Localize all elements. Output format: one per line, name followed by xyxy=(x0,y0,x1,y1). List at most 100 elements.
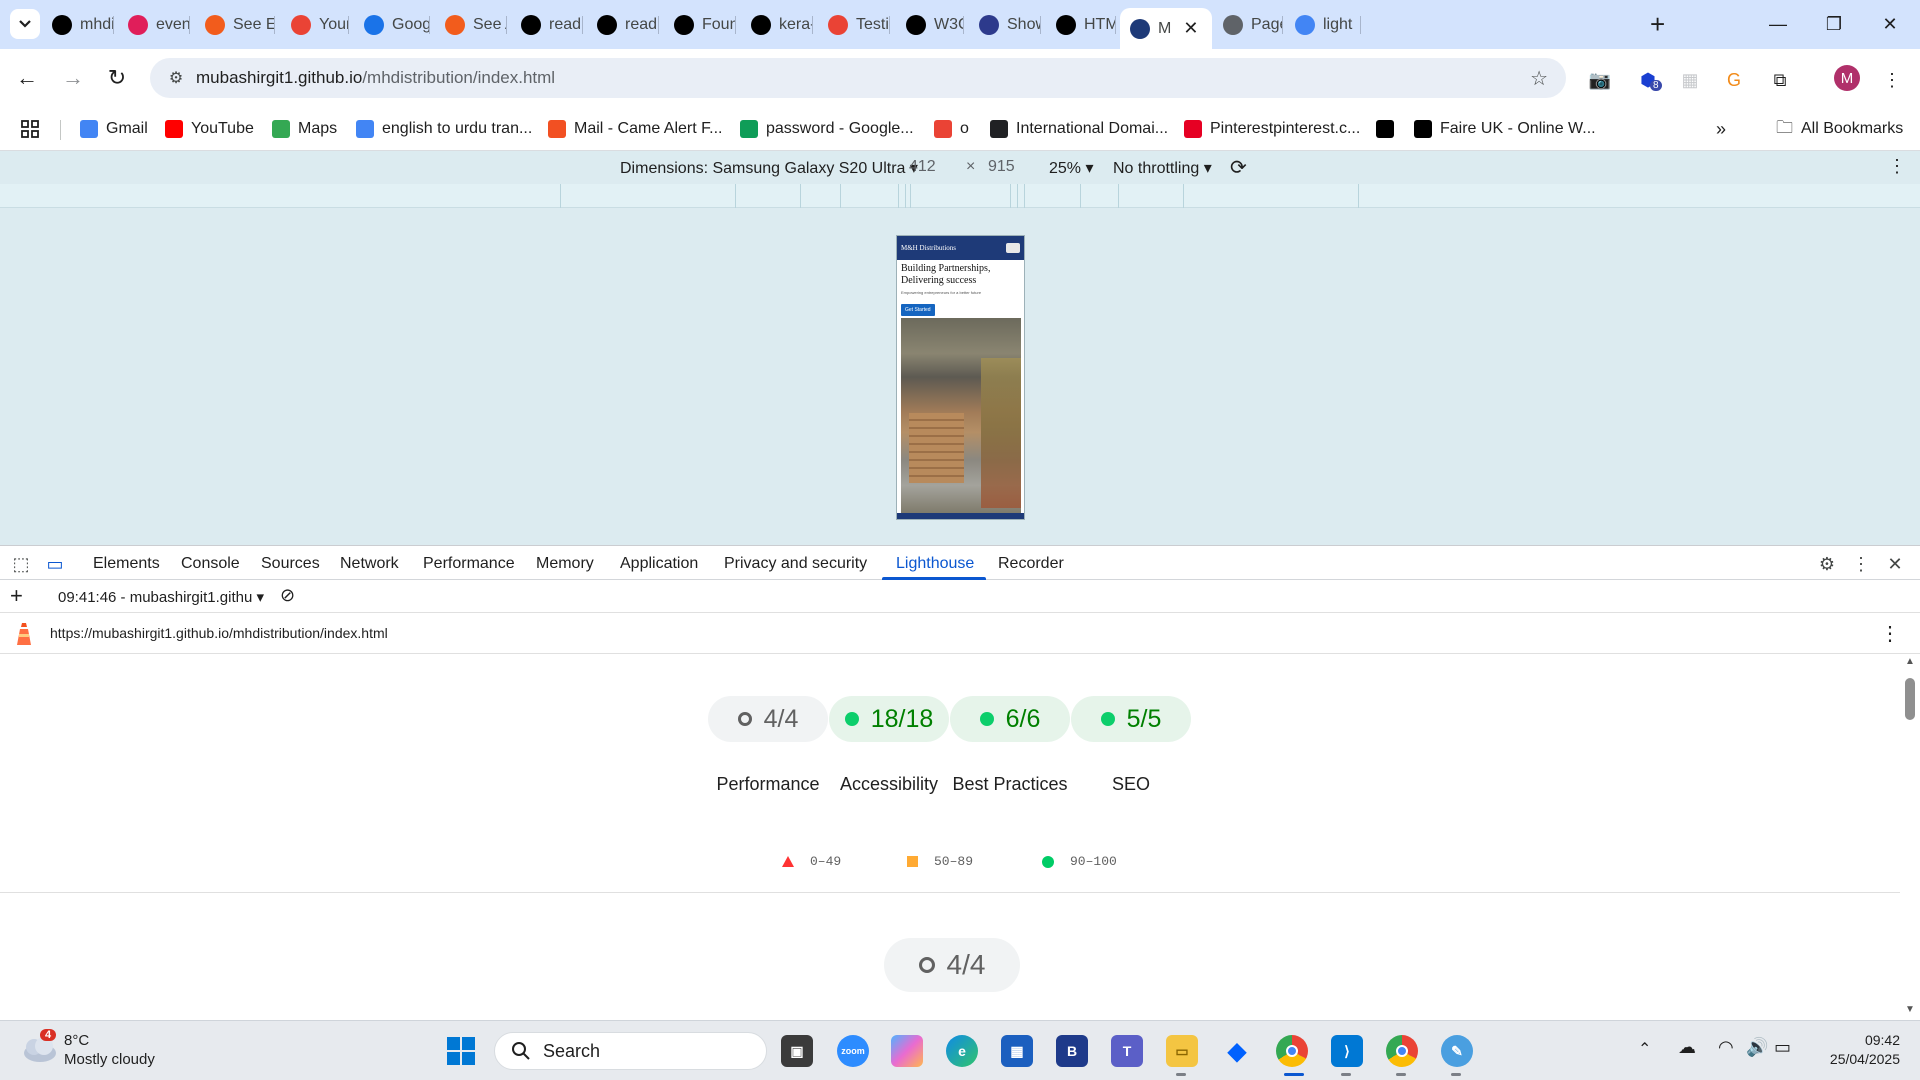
score-gauge-seo[interactable]: 5/5 xyxy=(1071,696,1191,742)
report-selector[interactable]: 09:41:46 - mubashirgit1.githu ▾ xyxy=(58,588,264,606)
browser-tab[interactable]: light xyxy=(1285,8,1361,41)
teams-icon[interactable]: T xyxy=(1111,1035,1143,1067)
bookmark-item[interactable]: english to urdu tran... xyxy=(356,117,532,141)
devtools-tab-recorder[interactable]: Recorder xyxy=(998,555,1064,573)
devtools-tab-lighthouse[interactable]: Lighthouse xyxy=(896,555,974,573)
devtools-tab-application[interactable]: Application xyxy=(620,555,698,573)
task-view-icon[interactable]: ▣ xyxy=(781,1035,813,1067)
tray-chevron-icon[interactable]: ⌃ xyxy=(1638,1039,1651,1059)
close-window-button[interactable]: ✕ xyxy=(1860,0,1920,49)
browser-tab[interactable]: Foun xyxy=(664,8,736,41)
tab-close-icon[interactable]: ✕ xyxy=(1183,18,1198,39)
all-bookmarks[interactable]: 🗀 All Bookmarks xyxy=(1776,117,1903,141)
report-scrollbar[interactable]: ▲ ▼ xyxy=(1900,654,1920,1020)
onedrive-icon[interactable]: ☁ xyxy=(1678,1037,1696,1058)
scroll-up-icon[interactable]: ▲ xyxy=(1905,656,1915,667)
report-url[interactable]: https://mubashirgit1.github.io/mhdistrib… xyxy=(50,625,388,641)
edge-icon[interactable]: e xyxy=(946,1035,978,1067)
b-app-icon[interactable]: B xyxy=(1056,1035,1088,1067)
volume-icon[interactable]: 🔊 xyxy=(1746,1037,1768,1058)
zoom-app-icon[interactable]: zoom xyxy=(837,1035,869,1067)
media-query-bar[interactable] xyxy=(0,184,1920,208)
forward-button[interactable]: → xyxy=(56,61,90,95)
bookmark-item[interactable] xyxy=(1376,117,1394,141)
apps-grid-icon[interactable] xyxy=(20,117,40,141)
clock-time[interactable]: 09:42 xyxy=(1824,1032,1900,1048)
tab-search-button[interactable] xyxy=(10,9,40,39)
bookmark-item[interactable]: YouTube xyxy=(165,117,254,141)
browser-tab[interactable]: readr xyxy=(511,8,583,41)
score-gauge-performance[interactable]: 4/4 xyxy=(708,696,828,742)
bookmark-item[interactable]: Maps xyxy=(272,117,337,141)
restore-button[interactable]: ❐ xyxy=(1804,0,1864,49)
bookmark-item[interactable]: Faire UK - Online W... xyxy=(1414,117,1596,141)
file-explorer-icon[interactable]: ▭ xyxy=(1166,1035,1198,1067)
minimize-button[interactable]: — xyxy=(1748,0,1808,49)
devtools-tab-network[interactable]: Network xyxy=(340,555,399,573)
browser-tab[interactable]: Your xyxy=(281,8,349,41)
dropbox-icon[interactable]: ◆ xyxy=(1221,1035,1253,1067)
browser-tab[interactable]: kera- xyxy=(741,8,813,41)
device-height-input[interactable]: 915 xyxy=(988,158,1015,176)
section-score-gauge[interactable]: 4/4 xyxy=(884,938,1020,992)
browser-tab[interactable]: Goog xyxy=(354,8,430,41)
wifi-icon[interactable]: ◠ xyxy=(1718,1037,1734,1058)
browser-tab[interactable]: Page xyxy=(1213,8,1283,41)
settings-gear-icon[interactable]: ⚙ xyxy=(1816,553,1838,575)
extension-icon[interactable]: ⬢ 8 xyxy=(1636,68,1662,92)
devtools-tab-sources[interactable]: Sources xyxy=(261,555,320,573)
browser-tab[interactable]: W3C xyxy=(896,8,964,41)
grammarly-icon[interactable]: G xyxy=(1722,68,1746,92)
bookmark-item[interactable]: password - Google... xyxy=(740,117,914,141)
devtools-tab-privacy-and-security[interactable]: Privacy and security xyxy=(724,555,867,573)
new-report-icon[interactable]: + xyxy=(10,583,23,609)
devtools-tab-console[interactable]: Console xyxy=(181,555,240,573)
browser-tab[interactable]: Testir xyxy=(818,8,890,41)
back-button[interactable]: ← xyxy=(10,61,44,95)
hamburger-menu-icon[interactable] xyxy=(1006,243,1020,253)
score-gauge-accessibility[interactable]: 18/18 xyxy=(829,696,949,742)
device-dimensions-select[interactable]: Dimensions: Samsung Galaxy S20 Ultra ▾ xyxy=(620,158,918,178)
browser-tab[interactable]: M ✕ xyxy=(1120,8,1212,49)
browser-tab[interactable]: Show xyxy=(969,8,1041,41)
devtools-tab-elements[interactable]: Elements xyxy=(93,555,160,573)
weather-widget[interactable]: 4 xyxy=(20,1029,60,1069)
browser-tab[interactable]: HTMI xyxy=(1046,8,1116,41)
copilot-icon[interactable] xyxy=(891,1035,923,1067)
browser-tab[interactable]: mhdi xyxy=(42,8,114,41)
get-started-button[interactable]: Get Started xyxy=(901,304,935,316)
bookmark-item[interactable]: o xyxy=(934,117,969,141)
bookmark-star-icon[interactable]: ☆ xyxy=(1530,66,1548,91)
rotate-icon[interactable]: ⟳ xyxy=(1230,155,1247,180)
chrome-menu-icon[interactable]: ⋮ xyxy=(1880,68,1904,92)
taskbar-search[interactable]: Search xyxy=(494,1032,767,1070)
report-menu-icon[interactable]: ⋮ xyxy=(1880,621,1900,646)
devtools-tab-memory[interactable]: Memory xyxy=(536,555,594,573)
inspect-element-icon[interactable]: ⬚ xyxy=(10,553,32,575)
camera-icon[interactable]: 📷 xyxy=(1588,68,1612,92)
chrome-profile-icon[interactable] xyxy=(1386,1035,1418,1067)
new-tab-button[interactable]: + xyxy=(1650,10,1665,38)
browser-tab[interactable]: See E xyxy=(195,8,275,41)
address-bar[interactable]: ⚙ mubashirgit1.github.io /mhdistribution… xyxy=(150,58,1566,98)
clear-reports-icon[interactable]: ⊘ xyxy=(280,585,295,606)
devtools-tab-performance[interactable]: Performance xyxy=(423,555,515,573)
clock-date[interactable]: 25/04/2025 xyxy=(1816,1051,1900,1067)
throttling-select[interactable]: No throttling ▾ xyxy=(1113,158,1212,178)
bookmark-item[interactable]: Gmail xyxy=(80,117,148,141)
bookmark-item[interactable]: Pinterestpinterest.c... xyxy=(1184,117,1360,141)
extension-grey-icon[interactable]: ▦ xyxy=(1678,68,1702,92)
bookmark-item[interactable]: Mail - Came Alert F... xyxy=(548,117,722,141)
battery-icon[interactable]: ▭ xyxy=(1774,1037,1791,1058)
score-gauge-best-practices[interactable]: 6/6 xyxy=(950,696,1070,742)
devtools-menu-icon[interactable]: ⋮ xyxy=(1850,553,1872,575)
windows-start-icon[interactable] xyxy=(445,1035,477,1067)
device-width-input[interactable]: 412 xyxy=(909,158,936,176)
device-toggle-icon[interactable]: ▭ xyxy=(44,553,66,575)
python-idle-icon[interactable]: ✎ xyxy=(1441,1035,1473,1067)
phone-preview[interactable]: M&H Distributions Building Partnerships,… xyxy=(896,235,1025,520)
scroll-down-icon[interactable]: ▼ xyxy=(1905,1004,1915,1015)
vscode-icon[interactable]: ⟩ xyxy=(1331,1035,1363,1067)
device-toolbar-menu-icon[interactable]: ⋮ xyxy=(1888,156,1906,177)
profile-avatar[interactable]: M xyxy=(1834,65,1860,91)
